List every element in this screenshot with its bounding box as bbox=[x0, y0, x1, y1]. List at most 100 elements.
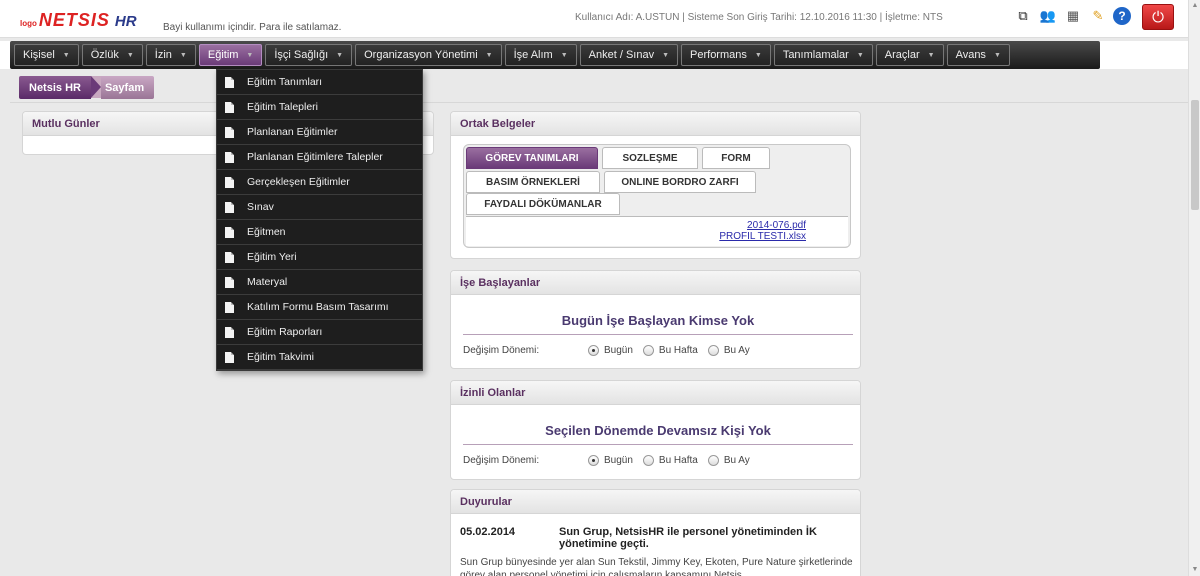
netsis-hr-logo[interactable]: logo NETSIS HR bbox=[20, 10, 137, 31]
ise-baslayanlar-panel: İşe Başlayanlar Bugün İşe Başlayan Kimse… bbox=[450, 270, 861, 369]
radio-bu-hafta[interactable]: Bu Hafta bbox=[642, 455, 698, 466]
announcement-title[interactable]: Sun Grup, NetsisHR ile personel yönetimi… bbox=[559, 526, 854, 550]
license-notice: Bayi kullanımı içindir. Para ile satılam… bbox=[163, 22, 342, 33]
announcement-body: Sun Grup bünyesinde yer alan Sun Tekstil… bbox=[460, 557, 853, 576]
menu-label: Organizasyon Yönetimi bbox=[364, 49, 478, 61]
documents-tabs: GÖREV TANIMLARI SOZLEŞME FORM BASIM ÖRNE… bbox=[463, 144, 851, 248]
dropdown-item[interactable]: Sınav bbox=[217, 195, 422, 220]
radio-icon bbox=[642, 455, 654, 466]
dropdown-item-label: Materyal bbox=[247, 276, 288, 288]
menu-egitim[interactable]: Eğitim ▼ bbox=[198, 44, 263, 66]
monitor-icon[interactable]: ▦ bbox=[1063, 6, 1083, 26]
menu-ozluk[interactable]: Özlük ▼ bbox=[81, 44, 143, 66]
menu-isci-sagligi[interactable]: İşçi Sağlığı ▼ bbox=[265, 44, 353, 66]
dropdown-item[interactable]: Eğitmen bbox=[217, 220, 422, 245]
scroll-down-icon[interactable]: ▼ bbox=[1189, 564, 1200, 576]
header-toolbar: ⧉ 👥 ▦ ✎ ? bbox=[1013, 6, 1131, 26]
scroll-up-icon[interactable]: ▲ bbox=[1189, 0, 1200, 12]
menu-araclar[interactable]: Araçlar ▼ bbox=[875, 44, 944, 66]
period-label: Değişim Dönemi: bbox=[463, 345, 540, 356]
menu-tanimlamalar[interactable]: Tanımlamalar ▼ bbox=[773, 44, 873, 66]
dropdown-item-label: Eğitim Raporları bbox=[247, 326, 323, 338]
dropdown-item[interactable]: Gerçekleşen Eğitimler bbox=[217, 170, 422, 195]
chevron-down-icon: ▼ bbox=[856, 51, 864, 59]
egitim-dropdown-menu: Eğitim Tanımları Eğitim Talepleri Planla… bbox=[216, 69, 423, 371]
radio-bu-ay[interactable]: Bu Ay bbox=[707, 455, 750, 466]
menu-avans[interactable]: Avans ▼ bbox=[946, 44, 1010, 66]
radio-bu-ay[interactable]: Bu Ay bbox=[707, 345, 750, 356]
radio-bugun[interactable]: Bugün bbox=[588, 345, 633, 356]
radio-label: Bu Hafta bbox=[658, 455, 698, 466]
logout-power-button[interactable]: ⏻ bbox=[1142, 4, 1174, 30]
dropdown-item[interactable]: Eğitim Yeri bbox=[217, 245, 422, 270]
dropdown-item-label: Sınav bbox=[247, 201, 274, 213]
dropdown-item[interactable]: Eğitim Takvimi bbox=[217, 345, 422, 370]
radio-label: Bu Ay bbox=[723, 455, 750, 466]
chevron-down-icon: ▼ bbox=[662, 51, 670, 59]
dropdown-item[interactable]: Eğitim Tanımları bbox=[217, 70, 422, 95]
dropdown-item[interactable]: Eğitim Talepleri bbox=[217, 95, 422, 120]
tab-sozlesme[interactable]: SOZLEŞME bbox=[602, 147, 698, 169]
document-icon bbox=[225, 226, 234, 238]
tab-basim-ornekleri[interactable]: BASIM ÖRNEKLERİ bbox=[466, 171, 600, 193]
period-selector: Değişim Dönemi: Bugün Bu Hafta Bu Ay bbox=[463, 455, 760, 466]
document-icon bbox=[225, 326, 234, 338]
dropdown-item[interactable]: Katılım Formu Basım Tasarımı bbox=[217, 295, 422, 320]
menu-label: Kişisel bbox=[23, 49, 55, 61]
document-icon bbox=[225, 151, 234, 163]
empty-state-message: Seçilen Dönemde Devamsız Kişi Yok bbox=[463, 423, 853, 445]
period-selector: Değişim Dönemi: Bugün Bu Hafta Bu Ay bbox=[463, 345, 760, 356]
breadcrumb-current: Sayfam bbox=[100, 76, 155, 99]
dropdown-item[interactable]: Planlanan Eğitimlere Talepler bbox=[217, 145, 422, 170]
radio-bu-hafta[interactable]: Bu Hafta bbox=[642, 345, 698, 356]
dropdown-item-label: Eğitmen bbox=[247, 226, 286, 238]
menu-label: Eğitim bbox=[207, 49, 239, 61]
breadcrumb-root[interactable]: Netsis HR bbox=[19, 76, 91, 99]
radio-label: Bu Hafta bbox=[658, 345, 698, 356]
menu-label: Araçlar bbox=[884, 49, 920, 61]
external-link-icon[interactable]: ⧉ bbox=[1013, 6, 1033, 26]
dropdown-item-label: Eğitim Talepleri bbox=[247, 101, 319, 113]
help-icon[interactable]: ? bbox=[1113, 7, 1131, 25]
dropdown-item[interactable]: Materyal bbox=[217, 270, 422, 295]
dropdown-item-label: Planlanan Eğitimler bbox=[247, 126, 338, 138]
page-scrollbar[interactable]: ▲ ▼ bbox=[1188, 0, 1200, 576]
panel-title: İzinli Olanlar bbox=[451, 381, 860, 405]
menu-kisisel[interactable]: Kişisel ▼ bbox=[14, 44, 79, 66]
breadcrumb: Netsis HR Sayfam bbox=[19, 76, 155, 99]
menu-anket-sinav[interactable]: Anket / Sınav ▼ bbox=[579, 44, 679, 66]
dropdown-item-label: Eğitim Takvimi bbox=[247, 351, 314, 363]
dropdown-item-label: Eğitim Yeri bbox=[247, 251, 297, 263]
document-link[interactable]: 2014-076.pdf bbox=[466, 220, 806, 231]
radio-icon bbox=[642, 345, 654, 356]
menu-label: Anket / Sınav bbox=[588, 49, 655, 61]
tab-form[interactable]: FORM bbox=[702, 147, 770, 169]
tab-online-bordro-zarfi[interactable]: ONLINE BORDRO ZARFI bbox=[604, 171, 756, 193]
menu-label: Performans bbox=[690, 49, 747, 61]
chevron-down-icon: ▼ bbox=[246, 51, 254, 59]
scroll-thumb[interactable] bbox=[1191, 100, 1199, 210]
radio-label: Bu Ay bbox=[723, 345, 750, 356]
chevron-down-icon: ▼ bbox=[179, 51, 187, 59]
pen-icon[interactable]: ✎ bbox=[1088, 6, 1108, 26]
duyurular-panel: Duyurular 05.02.2014 Sun Grup, NetsisHR … bbox=[450, 489, 861, 576]
document-icon bbox=[225, 201, 234, 213]
radio-bugun[interactable]: Bugün bbox=[588, 455, 633, 466]
tab-gorev-tanimlari[interactable]: GÖREV TANIMLARI bbox=[466, 147, 598, 169]
dropdown-item-label: Katılım Formu Basım Tasarımı bbox=[247, 301, 389, 313]
menu-performans[interactable]: Performans ▼ bbox=[681, 44, 771, 66]
document-link[interactable]: PROFIL TESTI.xlsx bbox=[466, 231, 806, 242]
users-icon[interactable]: 👥 bbox=[1038, 6, 1058, 26]
tab-faydali-dokumanlar[interactable]: FAYDALI DÖKÜMANLAR bbox=[466, 193, 620, 215]
dropdown-item-label: Planlanan Eğitimlere Talepler bbox=[247, 151, 383, 163]
dropdown-item[interactable]: Eğitim Raporları bbox=[217, 320, 422, 345]
radio-icon bbox=[707, 455, 719, 466]
dropdown-item-label: Eğitim Tanımları bbox=[247, 76, 323, 88]
menu-ise-alim[interactable]: İşe Alım ▼ bbox=[504, 44, 577, 66]
dropdown-item[interactable]: Planlanan Eğitimler bbox=[217, 120, 422, 145]
menu-organizasyon[interactable]: Organizasyon Yönetimi ▼ bbox=[355, 44, 502, 66]
radio-label: Bugün bbox=[604, 345, 633, 356]
menubar-inner: Kişisel ▼ Özlük ▼ İzin ▼ Eğitim ▼ İşçi Sağlı… bbox=[10, 41, 1100, 69]
menu-izin[interactable]: İzin ▼ bbox=[145, 44, 196, 66]
breadcrumb-separator bbox=[90, 76, 101, 98]
